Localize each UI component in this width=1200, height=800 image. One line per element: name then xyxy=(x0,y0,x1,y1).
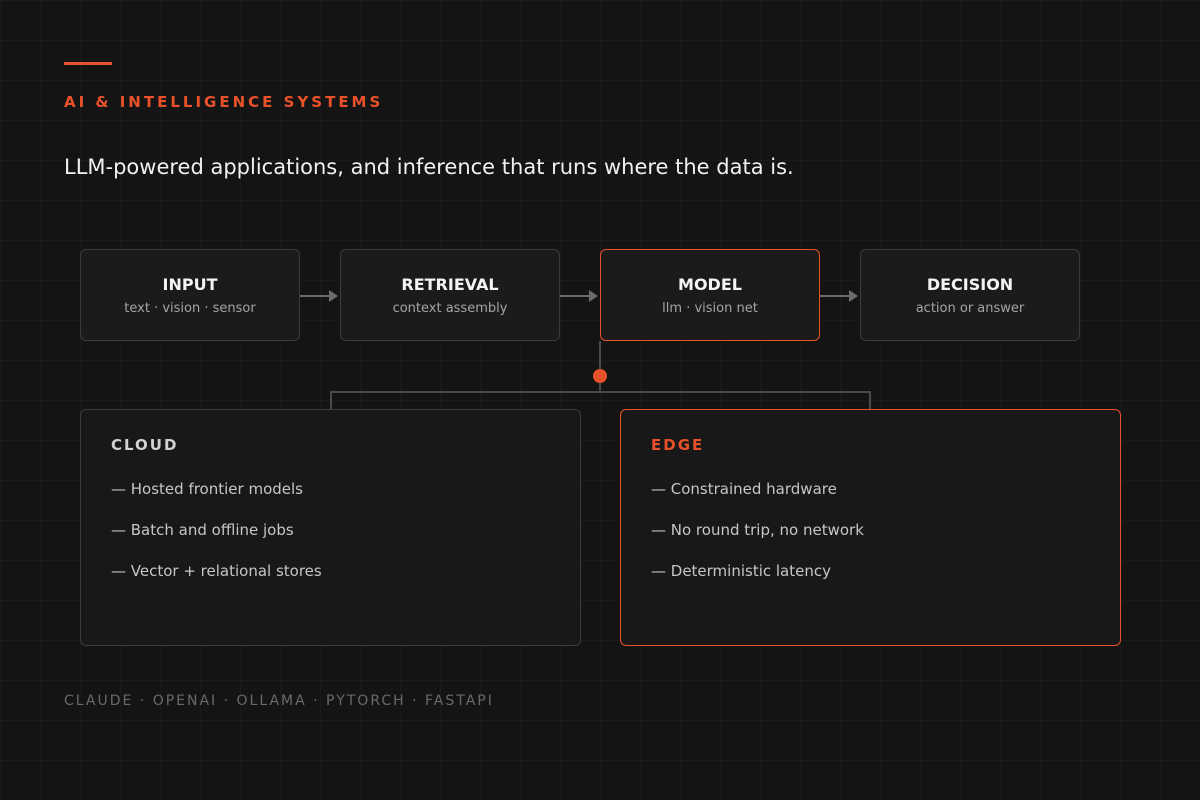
list-item: — Hosted frontier models xyxy=(111,480,303,498)
stage-title: DECISION xyxy=(926,274,1014,294)
stage-subtitle: context assembly xyxy=(392,300,508,316)
panel-title: EDGE xyxy=(651,436,705,454)
branch-node xyxy=(593,369,607,383)
section-eyebrow: AI & INTELLIGENCE SYSTEMS xyxy=(64,93,384,111)
stage-title: MODEL xyxy=(678,274,742,294)
tech-stack-footer: CLAUDE · OPENAI · OLLAMA · PYTORCH · FAS… xyxy=(64,693,494,709)
list-item: — Constrained hardware xyxy=(651,480,837,498)
stage-subtitle: action or answer xyxy=(915,300,1025,316)
stage-subtitle: text · vision · sensor xyxy=(124,300,256,316)
cloud-panel: CLOUD — Hosted frontier models — Batch a… xyxy=(80,409,581,646)
list-item: — Vector + relational stores xyxy=(111,562,322,580)
list-item: — Deterministic latency xyxy=(651,562,831,580)
stage-input: INPUT text · vision · sensor xyxy=(80,249,300,341)
branch-line xyxy=(330,391,871,393)
model-stem-line xyxy=(599,341,601,393)
stage-decision: DECISION action or answer xyxy=(860,249,1080,341)
accent-bar xyxy=(64,62,112,65)
list-item: — No round trip, no network xyxy=(651,521,864,539)
panel-title: CLOUD xyxy=(111,436,179,454)
stage-subtitle: llm · vision net xyxy=(662,300,758,316)
headline: LLM-powered applications, and inference … xyxy=(64,155,794,179)
stage-title: RETRIEVAL xyxy=(401,274,499,294)
arrow-right-icon xyxy=(820,290,858,302)
stage-title: INPUT xyxy=(162,274,218,294)
stage-model: MODEL llm · vision net xyxy=(600,249,820,341)
arrow-right-icon xyxy=(560,290,598,302)
branch-drop-edge xyxy=(869,391,871,409)
branch-drop-cloud xyxy=(330,391,332,409)
arrow-right-icon xyxy=(300,290,338,302)
stage-retrieval: RETRIEVAL context assembly xyxy=(340,249,560,341)
edge-panel: EDGE — Constrained hardware — No round t… xyxy=(620,409,1121,646)
list-item: — Batch and offline jobs xyxy=(111,521,294,539)
